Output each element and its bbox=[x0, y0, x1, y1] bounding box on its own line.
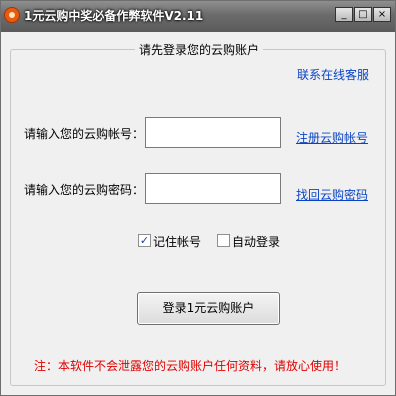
password-label: 请输入您的云购密码： bbox=[24, 183, 145, 197]
checkmark-icon: ✓ bbox=[139, 234, 150, 247]
app-window: 1元云购中奖必备作弊软件V2.11 _ □ × 请先登录您的云购账户 联系在线客… bbox=[0, 0, 396, 396]
account-input[interactable] bbox=[145, 117, 281, 148]
password-input[interactable] bbox=[145, 173, 281, 204]
window-title: 1元云购中奖必备作弊软件V2.11 bbox=[24, 9, 204, 23]
login-group-box bbox=[10, 49, 386, 386]
login-group-caption: 请先登录您的云购账户 bbox=[1, 39, 396, 58]
close-button[interactable]: × bbox=[373, 7, 391, 22]
title-bar[interactable]: 1元云购中奖必备作弊软件V2.11 _ □ × bbox=[1, 1, 395, 32]
maximize-button[interactable]: □ bbox=[354, 7, 372, 22]
remember-account-label: 记住帐号 bbox=[153, 235, 202, 249]
security-notice: 注：本软件不会泄露您的云购账户任何资料，请放心使用！ bbox=[34, 359, 347, 373]
login-button[interactable]: 登录1元云购账户 bbox=[137, 292, 280, 325]
auto-login-checkbox[interactable] bbox=[217, 234, 230, 247]
minimize-button[interactable]: _ bbox=[335, 7, 353, 22]
group-caption-text: 请先登录您的云购账户 bbox=[134, 43, 263, 57]
register-account-link[interactable]: 注册云购帐号 bbox=[296, 129, 368, 146]
recover-password-link[interactable]: 找回云购密码 bbox=[296, 186, 368, 203]
contact-support-link[interactable]: 联系在线客服 bbox=[297, 66, 369, 83]
remember-account-checkbox[interactable]: ✓ bbox=[138, 234, 151, 247]
auto-login-label: 自动登录 bbox=[232, 235, 281, 249]
account-label: 请输入您的云购帐号： bbox=[24, 127, 145, 141]
app-logo-icon bbox=[4, 7, 20, 23]
